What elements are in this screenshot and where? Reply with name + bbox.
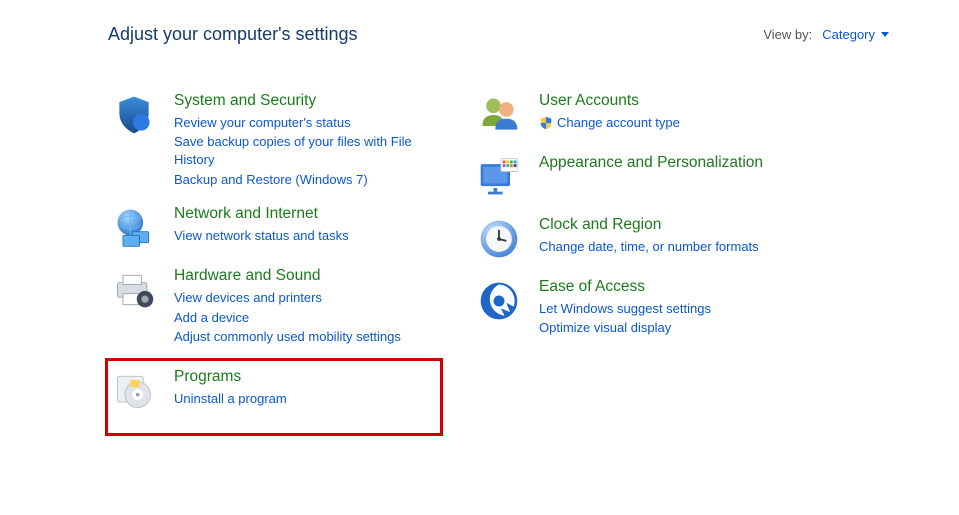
page-header: Adjust your computer's settings View by:… (108, 24, 929, 45)
category-clock-region: Clock and Region Change date, time, or n… (473, 211, 833, 263)
category-title-link[interactable]: System and Security (174, 91, 439, 112)
category-sublink[interactable]: Add a device (174, 309, 401, 327)
category-programs: Programs Uninstall a program (105, 358, 443, 436)
category-body: Hardware and Sound View devices and prin… (174, 266, 401, 346)
categories-columns: System and Security Review your computer… (108, 87, 929, 446)
viewby-dropdown[interactable]: Category (822, 27, 889, 42)
category-sublink[interactable]: Backup and Restore (Windows 7) (174, 171, 439, 189)
category-sublink[interactable]: View network status and tasks (174, 227, 349, 245)
category-body: Network and Internet View network status… (174, 204, 349, 250)
category-body: Programs Uninstall a program (174, 367, 287, 413)
category-body: User Accounts Change account type (539, 91, 680, 137)
programs-icon (112, 369, 156, 413)
category-system-security: System and Security Review your computer… (108, 87, 443, 190)
uac-shield-icon (539, 116, 553, 130)
printer-hardware-icon (112, 268, 156, 312)
category-sublink[interactable]: Save backup copies of your files with Fi… (174, 133, 439, 168)
category-hardware-sound: Hardware and Sound View devices and prin… (108, 262, 443, 348)
category-body: Clock and Region Change date, time, or n… (539, 215, 759, 261)
category-ease-of-access: Ease of Access Let Windows suggest setti… (473, 273, 833, 339)
category-title-link[interactable]: Programs (174, 367, 287, 388)
page-title: Adjust your computer's settings (108, 24, 358, 45)
viewby-value-text: Category (822, 27, 875, 42)
category-sublink[interactable]: Let Windows suggest settings (539, 300, 711, 318)
chevron-down-icon (881, 32, 889, 37)
category-sublink[interactable]: Review your computer's status (174, 114, 439, 132)
category-sublink[interactable]: Adjust commonly used mobility settings (174, 328, 401, 346)
category-body: System and Security Review your computer… (174, 91, 439, 188)
appearance-icon (477, 155, 521, 199)
category-sublink[interactable]: Optimize visual display (539, 319, 711, 337)
category-network-internet: Network and Internet View network status… (108, 200, 443, 252)
category-user-accounts: User Accounts Change account type (473, 87, 833, 139)
category-body: Appearance and Personalization (539, 153, 763, 199)
users-icon (477, 93, 521, 137)
category-title-link[interactable]: Clock and Region (539, 215, 759, 236)
category-sublink[interactable]: Change date, time, or number formats (539, 238, 759, 256)
right-column: User Accounts Change account type (473, 87, 833, 446)
sublink-text: Change account type (557, 114, 680, 132)
category-title-link[interactable]: Appearance and Personalization (539, 153, 763, 174)
category-sublink[interactable]: View devices and printers (174, 289, 401, 307)
category-sublink[interactable]: Uninstall a program (174, 390, 287, 408)
category-appearance: Appearance and Personalization (473, 149, 833, 201)
globe-network-icon (112, 206, 156, 250)
category-title-link[interactable]: Network and Internet (174, 204, 349, 225)
category-title-link[interactable]: Ease of Access (539, 277, 711, 298)
ease-access-icon (477, 279, 521, 323)
viewby-control: View by: Category (763, 27, 889, 42)
viewby-label: View by: (763, 27, 812, 42)
category-body: Ease of Access Let Windows suggest setti… (539, 277, 711, 337)
category-sublink[interactable]: Change account type (539, 114, 680, 132)
category-title-link[interactable]: User Accounts (539, 91, 680, 112)
category-title-link[interactable]: Hardware and Sound (174, 266, 401, 287)
clock-icon (477, 217, 521, 261)
shield-icon (112, 93, 156, 137)
left-column: System and Security Review your computer… (108, 87, 443, 446)
